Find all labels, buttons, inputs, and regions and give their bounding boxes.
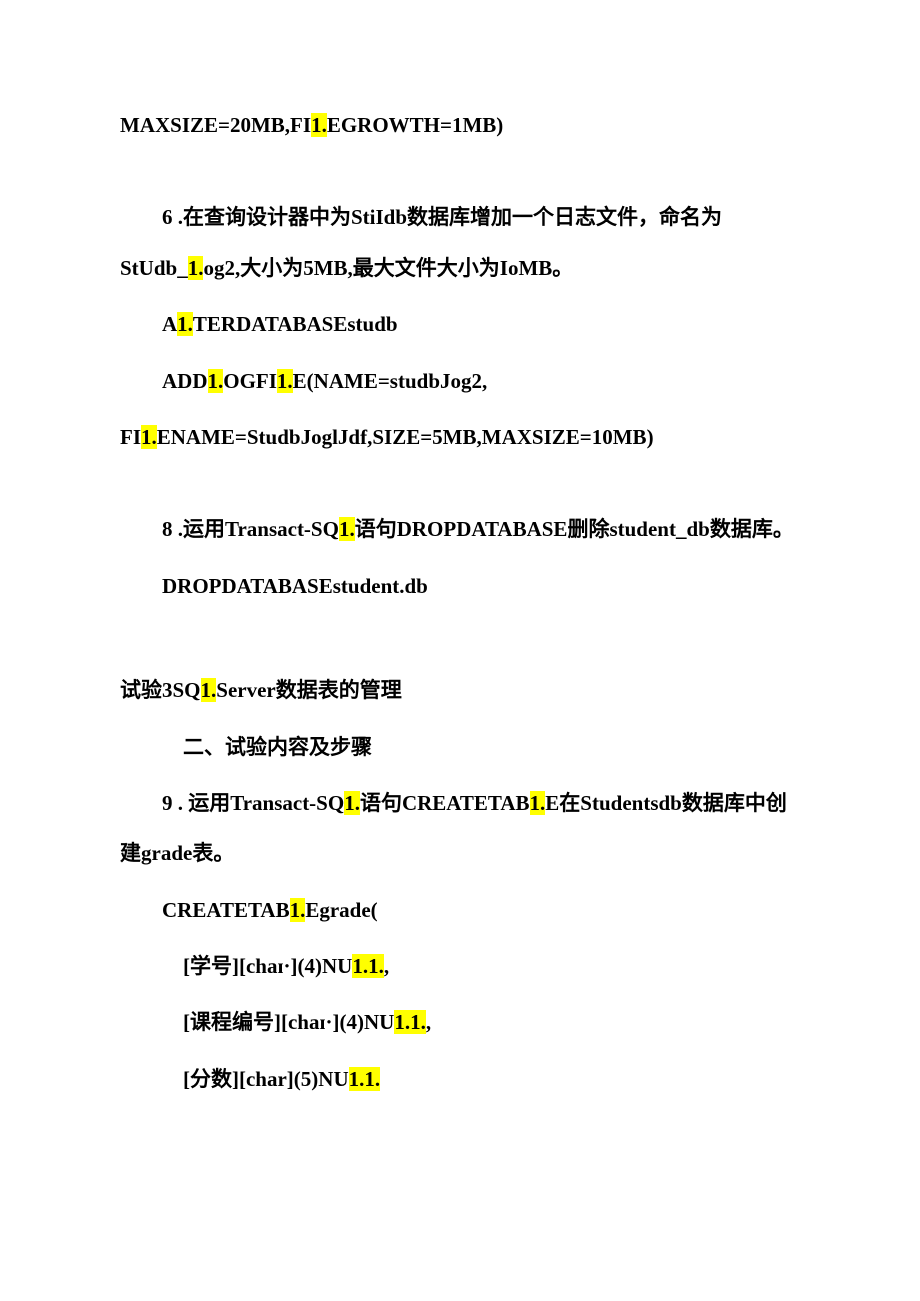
text: 8 .运用Transact-SQ [162, 517, 339, 541]
item-6: 6 .在查询设计器中为StiIdb数据库增加一个日志文件，命名为StUdb_1.… [120, 192, 800, 293]
highlight: 1.1. [352, 954, 384, 978]
section-title: 试验3SQ1.Server数据表的管理 [120, 665, 800, 715]
highlight: 1. [177, 312, 193, 336]
text: ENAME=StudbJoglJdf,SIZE=5MB,MAXSIZE=10MB… [157, 425, 654, 449]
text: E(NAME= [293, 369, 390, 393]
text: Server数据表的管理 [216, 678, 401, 702]
text: EGROWTH=1MB) [327, 113, 503, 137]
subsection-title: 二、试验内容及步骤 [120, 722, 800, 772]
item-8: 8 .运用Transact-SQ1.语句DROPDATABASE删除studen… [120, 504, 800, 554]
line-maxsize: MAXSIZE=20MB,FI1.EGROWTH=1MB) [120, 100, 800, 150]
sql-filename: FI1.ENAME=StudbJoglJdf,SIZE=5MB,MAXSIZE=… [120, 412, 800, 462]
text: MAXSIZE=20MB,FI [120, 113, 311, 137]
text: OGFI [223, 369, 277, 393]
text: ADD [162, 369, 208, 393]
highlight: 1. [277, 369, 293, 393]
highlight: 1.1. [349, 1067, 381, 1091]
highlight: 1. [290, 898, 306, 922]
spacer [120, 156, 800, 192]
spacer [120, 617, 800, 665]
highlight: 1. [188, 256, 204, 280]
spacer [120, 468, 800, 504]
highlight: 1. [208, 369, 224, 393]
text: DROPDATABASEstudent.db [162, 574, 428, 598]
text: TERDATABASEstudb [193, 312, 398, 336]
sql-createtable: CREATETAB1.Egrade( [120, 885, 800, 935]
sql-col-2: [课程编号][chaɪ·](4)NU1.1., [120, 997, 800, 1047]
text: [课程编号][chaɪ·](4)NU [183, 1010, 394, 1034]
text: FI [120, 425, 141, 449]
text: CREATETAB [162, 898, 290, 922]
highlight: 1. [141, 425, 157, 449]
text: og2,大小为5MB,最大文件大小为IoMB。 [203, 256, 573, 280]
text: 9 . 运用Transact-SQ [162, 791, 344, 815]
sql-addlogfile: ADD1.OGFI1.E(NAME=studbJog2, [120, 356, 800, 406]
highlight: 1. [344, 791, 360, 815]
text: studbJog2, [390, 369, 487, 393]
highlight: 1. [201, 678, 217, 702]
text: A [162, 312, 177, 336]
highlight: 1. [339, 517, 355, 541]
sql-col-3: [分数][char](5)NU1.1. [120, 1054, 800, 1104]
text: 二、试验内容及步骤 [183, 735, 372, 759]
text: Egrade( [305, 898, 377, 922]
text: 试验3SQ [120, 678, 201, 702]
text: 语句CREATETAB [360, 791, 530, 815]
text: , [426, 1010, 431, 1034]
item-9: 9 . 运用Transact-SQ1.语句CREATETAB1.E在Studen… [120, 778, 800, 879]
text: [分数][char](5)NU [183, 1067, 349, 1091]
text: , [384, 954, 389, 978]
text: 语句DROPDATABASE删除student_db数据库。 [355, 517, 794, 541]
document-page: MAXSIZE=20MB,FI1.EGROWTH=1MB) 6 .在查询设计器中… [0, 0, 920, 1301]
highlight: 1. [530, 791, 546, 815]
sql-col-1: [学号][chaɪ·](4)NU1.1., [120, 941, 800, 991]
highlight: 1. [311, 113, 327, 137]
text: [学号][chaɪ·](4)NU [183, 954, 352, 978]
highlight: 1.1. [394, 1010, 426, 1034]
sql-alter: A1.TERDATABASEstudb [120, 299, 800, 349]
sql-dropdb: DROPDATABASEstudent.db [120, 561, 800, 611]
